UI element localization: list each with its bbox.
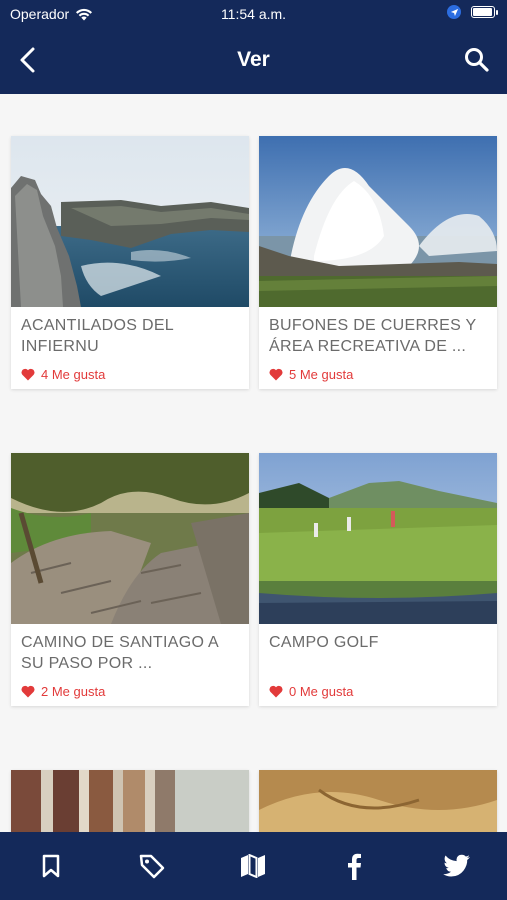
location-icon	[447, 5, 461, 19]
tab-facebook[interactable]	[334, 850, 374, 882]
like-count[interactable]: 4 Me gusta	[11, 359, 249, 389]
place-photo	[11, 770, 249, 832]
place-title: CAMINO DE SANTIAGO A SU PASO POR ...	[21, 634, 219, 672]
place-card-acantilados[interactable]: ACANTILADOS DEL INFIERNU 4 Me gusta	[11, 136, 249, 389]
search-button[interactable]	[461, 44, 493, 76]
heart-icon	[21, 685, 35, 697]
like-label: 2 Me gusta	[41, 683, 106, 699]
like-count[interactable]: 2 Me gusta	[11, 676, 249, 706]
nav-bar: Ver	[0, 28, 507, 94]
battery-icon	[471, 6, 498, 18]
place-card-campo-golf[interactable]: CAMPO GOLF 0 Me gusta	[259, 453, 497, 706]
place-photo	[259, 770, 497, 832]
heart-icon	[21, 368, 35, 380]
place-title: ACANTILADOS DEL INFIERNU	[21, 317, 174, 355]
tag-icon	[139, 854, 165, 879]
tab-bookmarks[interactable]	[31, 850, 71, 882]
tab-twitter[interactable]	[437, 850, 477, 882]
like-label: 4 Me gusta	[41, 366, 106, 382]
place-photo	[259, 136, 497, 307]
like-count[interactable]: 5 Me gusta	[259, 359, 497, 389]
status-right	[447, 5, 498, 19]
place-title: BUFONES DE CUERRES Y ÁREA RECREATIVA DE …	[269, 317, 477, 355]
tab-map[interactable]	[233, 850, 273, 882]
place-card-partial[interactable]	[259, 770, 497, 832]
like-count[interactable]: 0 Me gusta	[259, 676, 497, 706]
places-grid: ACANTILADOS DEL INFIERNU 4 Me gusta BUFO…	[0, 94, 507, 832]
status-time: 11:54 a.m.	[220, 6, 287, 22]
like-label: 5 Me gusta	[289, 366, 354, 382]
facebook-icon	[348, 853, 361, 880]
place-photo	[11, 453, 249, 624]
place-photo	[11, 136, 249, 307]
place-card-camino-santiago[interactable]: CAMINO DE SANTIAGO A SU PASO POR ... 2 M…	[11, 453, 249, 706]
place-title: CAMPO GOLF	[269, 634, 379, 651]
search-icon	[465, 48, 489, 72]
place-card-bufones[interactable]: BUFONES DE CUERRES Y ÁREA RECREATIVA DE …	[259, 136, 497, 389]
place-card-partial[interactable]	[11, 770, 249, 832]
twitter-icon	[443, 854, 470, 877]
tab-tags[interactable]	[132, 850, 172, 882]
map-icon	[241, 854, 265, 878]
status-bar: Operador 11:54 a.m.	[0, 0, 507, 28]
heart-icon	[269, 685, 283, 697]
top-bar: Operador 11:54 a.m. Ver	[0, 0, 507, 94]
place-photo	[259, 453, 497, 624]
page-title: Ver	[237, 48, 270, 71]
heart-icon	[269, 368, 283, 380]
bookmark-icon	[42, 854, 60, 878]
like-label: 0 Me gusta	[289, 683, 354, 699]
tab-bar	[0, 832, 507, 900]
